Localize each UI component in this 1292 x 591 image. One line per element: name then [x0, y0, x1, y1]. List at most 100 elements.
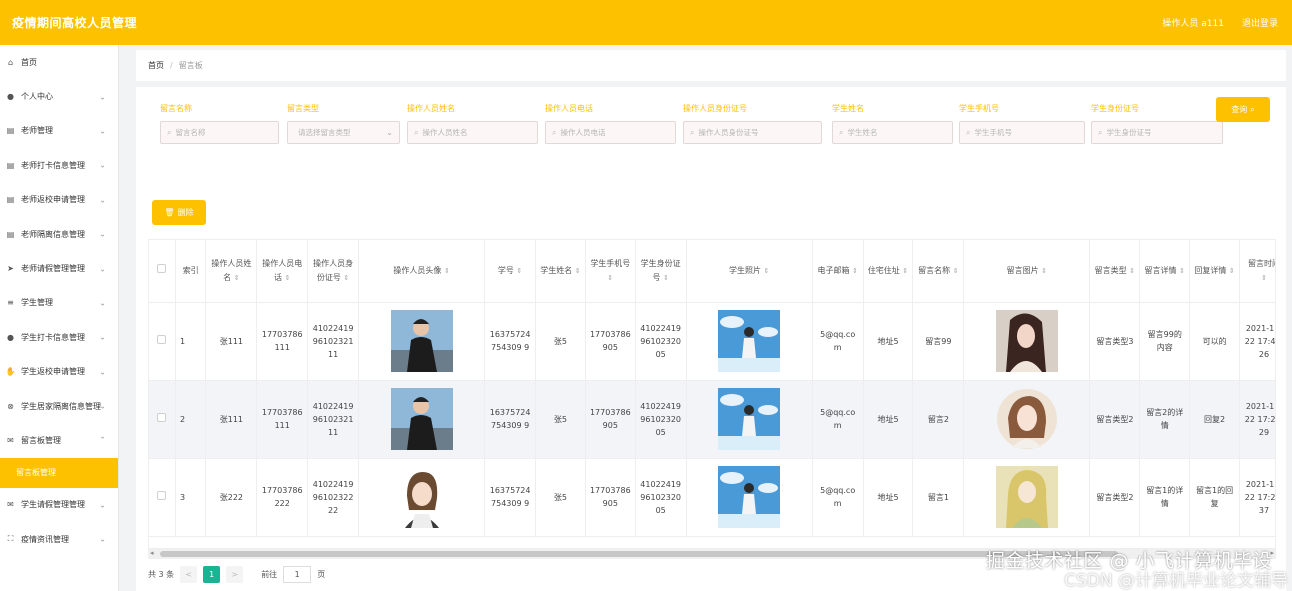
- message-type-select[interactable]: 请选择留言类型 ⌄: [287, 121, 400, 144]
- row-checkbox[interactable]: [149, 380, 176, 459]
- message-name-input[interactable]: ⌕ 留言名称: [160, 121, 279, 144]
- sort-icon[interactable]: ⇕: [953, 267, 959, 275]
- sidebar-item-home[interactable]: ⌂ 首页: [0, 45, 118, 79]
- col-index: 索引: [175, 240, 207, 303]
- col-message-name[interactable]: 留言名称 ⇕: [912, 240, 965, 303]
- col-operator-avatar[interactable]: 操作人员头像 ⇕: [358, 240, 486, 303]
- table-row[interactable]: 2 张111 17703786111 410224199610232111 16…: [149, 380, 1275, 459]
- scrollbar-thumb[interactable]: [160, 551, 1118, 557]
- col-message-image[interactable]: 留言图片 ⇕: [963, 240, 1091, 303]
- col-operator-phone[interactable]: 操作人员电话 ⇕: [256, 240, 309, 303]
- filter-student-phone: 学生手机号 ⌕ 学生手机号: [959, 103, 1085, 144]
- sort-icon[interactable]: ⇕: [516, 267, 522, 275]
- goto-page-input[interactable]: 1: [283, 566, 312, 583]
- operator-phone-input[interactable]: ⌕ 操作人员电话: [545, 121, 676, 144]
- filter-operator-id: 操作人员身份证号 ⌕ 操作人员身份证号: [683, 103, 822, 144]
- sidebar-item-teacher-isolation[interactable]: ▤ 老师隔离信息管理 ⌄: [0, 217, 118, 251]
- top-right-actions: 操作人员 a111 退出登录: [1162, 16, 1278, 29]
- sort-icon[interactable]: ⇕: [1229, 267, 1235, 275]
- sidebar-item-student[interactable]: ≡ 学生管理 ⌄: [0, 286, 118, 320]
- chevron-down-icon: ⌄: [99, 298, 106, 308]
- sort-icon[interactable]: ⇕: [902, 267, 908, 275]
- sort-icon[interactable]: ⇕: [607, 274, 613, 282]
- prev-page-button[interactable]: <: [180, 566, 198, 583]
- col-student-name[interactable]: 学生姓名 ⇕: [535, 240, 586, 303]
- sidebar-item-student-leave[interactable]: ✉ 学生请假管理管理 ⌄: [0, 488, 118, 522]
- sidebar-item-message-board[interactable]: ✉ 留言板管理 ⌃: [0, 423, 118, 457]
- col-message-time[interactable]: 留言时间 ⇕: [1239, 240, 1275, 303]
- col-message-type[interactable]: 留言类型 ⇕: [1089, 240, 1141, 303]
- search-icon: ⌕: [1250, 104, 1255, 114]
- col-student-phone[interactable]: 学生手机号 ⇕: [585, 240, 636, 303]
- circle-icon: ⊗: [7, 401, 14, 411]
- search-icon: ⌕: [1098, 127, 1103, 137]
- student-phone-input[interactable]: ⌕ 学生手机号: [959, 121, 1085, 144]
- user-icon: ●: [7, 92, 14, 102]
- sidebar-item-student-checkin[interactable]: ● 学生打卡信息管理 ⌄: [0, 320, 118, 354]
- query-button[interactable]: 查询 ⌕: [1216, 97, 1270, 122]
- sidebar-item-student-isolation[interactable]: ⊗ 学生居家隔离信息管理 ⌄: [0, 389, 118, 423]
- row-checkbox[interactable]: [149, 302, 176, 381]
- sort-icon[interactable]: ⇕: [1129, 267, 1135, 275]
- sort-icon[interactable]: ⇕: [234, 274, 240, 282]
- chevron-down-icon: ⌄: [99, 367, 106, 377]
- chevron-up-icon: ⌃: [99, 435, 106, 445]
- send-icon: ➤: [7, 264, 14, 274]
- sort-icon[interactable]: ⇕: [852, 267, 858, 275]
- chevron-down-icon: ⌄: [99, 195, 106, 205]
- sidebar-item-teacher-checkin[interactable]: ▤ 老师打卡信息管理 ⌄: [0, 148, 118, 182]
- sort-icon[interactable]: ⇕: [575, 267, 581, 275]
- row-checkbox[interactable]: [149, 458, 176, 537]
- sort-icon[interactable]: ⇕: [1041, 267, 1047, 275]
- sidebar-item-teacher[interactable]: ▤ 老师管理 ⌄: [0, 114, 118, 148]
- col-reply-detail[interactable]: 回复详情 ⇕: [1189, 240, 1240, 303]
- table-row[interactable]: 1 张111 17703786111 410224199610232111 16…: [149, 302, 1275, 381]
- logout-link[interactable]: 退出登录: [1242, 16, 1278, 29]
- student-photo-image: [686, 302, 813, 381]
- page-1-button[interactable]: 1: [203, 566, 221, 583]
- sort-icon[interactable]: ⇕: [1179, 267, 1185, 275]
- filter-operator-name: 操作人员姓名 ⌕ 操作人员姓名: [407, 103, 538, 144]
- col-operator-name[interactable]: 操作人员姓名 ⇕: [205, 240, 258, 303]
- student-photo-image: [686, 458, 813, 537]
- content-card: 留言名称 ⌕ 留言名称 留言类型 请选择留言类型 ⌄ 操作人员姓名 ⌕ 操作人员姓名 …: [136, 87, 1286, 591]
- book-icon: ≡: [7, 298, 14, 308]
- sort-icon[interactable]: ⇕: [444, 267, 450, 275]
- sort-icon[interactable]: ⇕: [764, 267, 770, 275]
- col-student-id[interactable]: 学生身份证号 ⇕: [635, 240, 687, 303]
- page-unit-label: 页: [317, 570, 326, 579]
- sidebar-item-epidemic-news[interactable]: ⛶ 疫情资讯管理 ⌄: [0, 522, 118, 556]
- student-name-input[interactable]: ⌕ 学生姓名: [832, 121, 953, 144]
- sort-icon[interactable]: ⇕: [1261, 274, 1267, 282]
- col-operator-id[interactable]: 操作人员身份证号 ⇕: [307, 240, 360, 303]
- sidebar-item-teacher-leave[interactable]: ➤ 老师请假管理管理 ⌄: [0, 251, 118, 285]
- next-page-button[interactable]: >: [226, 566, 244, 583]
- search-icon: ⌕: [966, 127, 971, 137]
- sidebar-subitem-message-board[interactable]: 留言板管理: [0, 457, 118, 488]
- search-icon: ⌕: [167, 127, 172, 137]
- sort-icon[interactable]: ⇕: [285, 274, 291, 282]
- chevron-down-icon: ⌄: [99, 264, 106, 274]
- col-email[interactable]: 电子邮箱 ⇕: [812, 240, 864, 303]
- list-icon: ▤: [6, 195, 15, 205]
- select-all-checkbox[interactable]: [149, 240, 176, 303]
- sidebar-item-profile[interactable]: ● 个人中心 ⌄: [0, 79, 118, 113]
- col-address[interactable]: 住宅住址 ⇕: [863, 240, 914, 303]
- sidebar-item-teacher-return[interactable]: ▤ 老师返校申请管理 ⌄: [0, 183, 118, 217]
- sort-icon[interactable]: ⇕: [663, 274, 669, 282]
- filter-student-name: 学生姓名 ⌕ 学生姓名: [832, 103, 953, 144]
- col-student-number[interactable]: 学号 ⇕: [484, 240, 537, 303]
- col-student-photo[interactable]: 学生照片 ⇕: [686, 240, 813, 303]
- sidebar-item-student-return[interactable]: ✋ 学生返校申请管理 ⌄: [0, 355, 118, 389]
- delete-button[interactable]: 🗑 删除: [152, 200, 206, 225]
- operator-id-input[interactable]: ⌕ 操作人员身份证号: [683, 121, 822, 144]
- filter-message-name: 留言名称 ⌕ 留言名称: [160, 103, 279, 144]
- table-row[interactable]: 3 张222 17703786222 410224199610232222 16…: [149, 458, 1275, 537]
- operator-name-input[interactable]: ⌕ 操作人员姓名: [407, 121, 538, 144]
- student-id-input[interactable]: ⌕ 学生身份证号: [1091, 121, 1223, 144]
- sort-icon[interactable]: ⇕: [343, 274, 349, 282]
- breadcrumb-home[interactable]: 首页: [148, 60, 164, 71]
- chevron-down-icon: ⌄: [99, 401, 106, 411]
- col-message-detail[interactable]: 留言详情 ⇕: [1139, 240, 1191, 303]
- scroll-left-icon[interactable]: ◂: [150, 549, 154, 557]
